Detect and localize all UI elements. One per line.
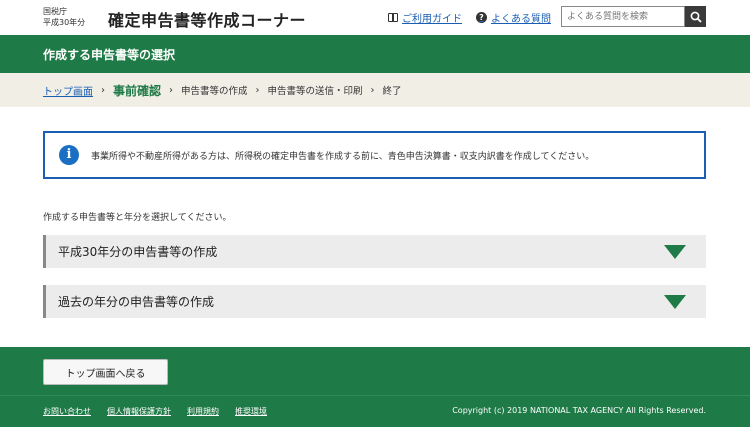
breadcrumb: トップ画面 › 事前確認 › 申告書等の作成 › 申告書等の送信・印刷 › 終了 [0, 73, 750, 107]
site-title: 確定申告書等作成コーナー [108, 11, 307, 30]
chevron-right-icon: › [370, 84, 375, 96]
accordion-past-years[interactable]: 過去の年分の申告書等の作成 [43, 285, 706, 318]
triangle-down-icon [664, 244, 686, 259]
search-icon [690, 11, 702, 23]
agency-name: 国税庁 [43, 7, 67, 16]
accordion-label: 平成30年分の申告書等の作成 [58, 245, 218, 259]
breadcrumb-step-end: 終了 [382, 86, 402, 97]
footer: トップ画面へ戻る お問い合わせ 個人情報保護方針 利用規約 推奨環境 Copyr… [0, 347, 750, 427]
footer-link-contact[interactable]: お問い合わせ [43, 406, 91, 417]
question-icon: ? [476, 12, 487, 23]
header: 国税庁 平成30年分 確定申告書等作成コーナー ご利用ガイド ? よくある質問 [0, 0, 750, 35]
tax-year: 平成30年分 [43, 18, 86, 27]
search-input[interactable] [561, 6, 685, 27]
faq-link-label: よくある質問 [491, 14, 551, 25]
agency-label: 国税庁 平成30年分 [43, 6, 85, 28]
chevron-right-icon: › [169, 84, 174, 96]
page-title: 作成する申告書等の選択 [43, 48, 176, 62]
triangle-down-icon [664, 294, 686, 309]
footer-links: お問い合わせ 個人情報保護方針 利用規約 推奨環境 [43, 406, 267, 417]
footer-link-terms[interactable]: 利用規約 [187, 406, 219, 417]
breadcrumb-step-create: 申告書等の作成 [181, 86, 248, 97]
breadcrumb-current: 事前確認 [113, 83, 162, 98]
breadcrumb-step-send: 申告書等の送信・印刷 [267, 86, 363, 97]
info-icon: i [59, 145, 79, 165]
search-box [561, 6, 706, 27]
accordion-label: 過去の年分の申告書等の作成 [58, 295, 215, 309]
guide-link[interactable]: ご利用ガイド [388, 10, 462, 25]
selection-prompt: 作成する申告書等と年分を選択してください。 [43, 213, 232, 223]
book-icon [388, 13, 398, 22]
info-notice: i 事業所得や不動産所得がある方は、所得税の確定申告書を作成する前に、青色申告決… [43, 131, 706, 179]
copyright: Copyright (c) 2019 NATIONAL TAX AGENCY A… [452, 406, 706, 415]
info-text: 事業所得や不動産所得がある方は、所得税の確定申告書を作成する前に、青色申告決算書… [91, 151, 595, 162]
page-title-band: 作成する申告書等の選択 [0, 35, 750, 73]
accordion-current-year[interactable]: 平成30年分の申告書等の作成 [43, 235, 706, 268]
search-button[interactable] [685, 6, 706, 27]
chevron-right-icon: › [101, 84, 105, 96]
footer-link-privacy[interactable]: 個人情報保護方針 [107, 406, 171, 417]
chevron-right-icon: › [255, 84, 260, 96]
footer-link-environment[interactable]: 推奨環境 [235, 406, 267, 417]
faq-link[interactable]: ? よくある質問 [476, 10, 551, 25]
breadcrumb-top-link[interactable]: トップ画面 [43, 83, 93, 98]
back-to-top-button[interactable]: トップ画面へ戻る [43, 359, 168, 385]
guide-link-label: ご利用ガイド [402, 14, 462, 25]
footer-divider [0, 395, 750, 396]
